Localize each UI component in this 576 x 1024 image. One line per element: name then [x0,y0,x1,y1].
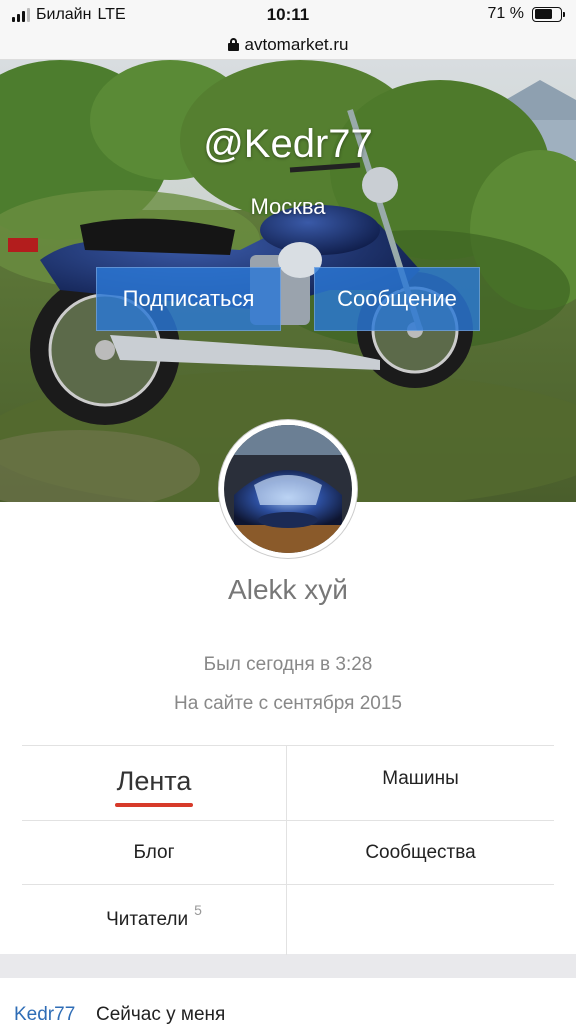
active-tab-indicator [114,802,194,807]
battery-percent: 71 % [487,5,524,22]
avatar-image [224,425,352,553]
profile-city: Москва [250,194,326,219]
post-preview[interactable]: Kedr77 Сейчас у меня [0,978,576,1024]
tab-communities[interactable]: Сообщества [287,821,554,885]
message-button[interactable]: Сообщение [314,267,480,331]
url-text: avtomarket.ru [244,34,349,54]
profile-card: Alekk хуй Был сегодня в 3:28 На сайте с … [0,502,576,955]
member-since: На сайте с сентября 2015 [174,693,402,714]
tab-feed-text: Лента [116,765,192,796]
last-seen: Был сегодня в 3:28 [203,654,373,675]
tab-readers-label: Читатели [106,909,189,930]
tab-feed[interactable]: Лента [22,746,287,821]
profile-username: @Kedr77 [203,122,373,166]
address-bar[interactable]: avtomarket.ru [0,30,576,60]
post-title[interactable]: Сейчас у меня [96,1004,225,1024]
post-author-link[interactable]: Kedr77 [14,1004,75,1024]
subscribe-button[interactable]: Подписаться [96,267,281,331]
battery-icon [532,6,565,22]
tab-empty-cell [287,885,554,955]
tab-readers[interactable]: Читатели 5 [22,885,287,955]
status-bar: Билайн LTE 10:11 71 % [0,0,576,30]
status-bar-right: 71 % [487,5,565,23]
tab-feed-label: Лента [114,765,194,807]
readers-count: 5 [194,902,202,918]
avatar[interactable] [219,420,357,558]
tab-cars[interactable]: Машины [287,746,554,821]
profile-tabs: Лента Машины Блог Сообщества Читатели 5 [22,745,554,955]
tab-blog[interactable]: Блог [22,821,287,885]
display-name: Alekk хуй [228,574,348,605]
lock-icon [227,38,239,51]
